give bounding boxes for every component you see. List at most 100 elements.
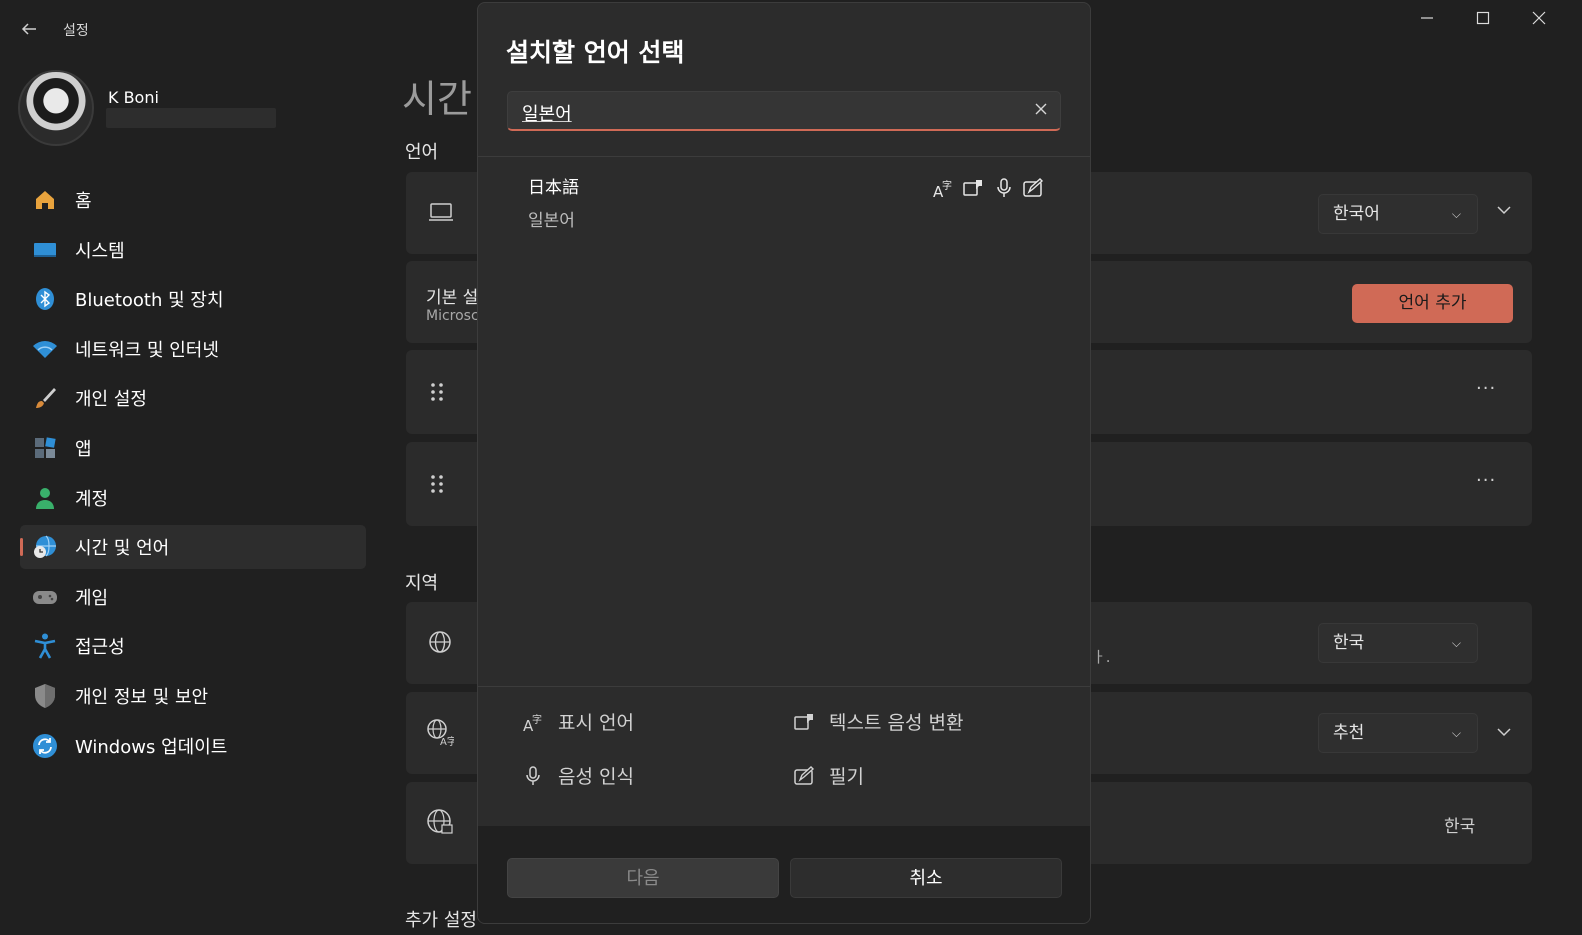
- regional-format-icon: A字: [426, 718, 457, 750]
- sidebar-item-label: 시스템: [75, 240, 125, 262]
- sidebar-item-label: 게임: [75, 587, 109, 609]
- more-options-button[interactable]: ···: [1476, 470, 1496, 491]
- svg-text:字: 字: [942, 179, 952, 192]
- sidebar-item-label: Bluetooth 및 장치: [75, 290, 224, 312]
- account-icon: [32, 485, 58, 511]
- page-title: 시간: [402, 77, 472, 121]
- regional-format-value: 한국: [1444, 817, 1476, 837]
- bluetooth-icon: [32, 286, 58, 312]
- sidebar-item-label: 접근성: [75, 637, 125, 659]
- update-icon: [32, 733, 58, 759]
- time-language-icon: [32, 534, 58, 560]
- expand-chevron-icon[interactable]: [1496, 724, 1512, 744]
- sidebar-item-gaming[interactable]: 게임: [20, 575, 366, 619]
- sidebar-item-accounts[interactable]: 계정: [20, 476, 366, 520]
- legend-text-to-speech: 텍스트 음성 변환: [793, 708, 963, 735]
- sidebar-item-label: 홈: [75, 191, 92, 212]
- globe-data-icon: [426, 808, 454, 840]
- language-search-input[interactable]: 일본어: [522, 100, 572, 126]
- sidebar-item-label: 네트워크 및 인터넷: [75, 339, 219, 361]
- sidebar-item-label: 개인 설정: [75, 389, 147, 411]
- divider: [478, 686, 1090, 687]
- sidebar-item-personalization[interactable]: 개인 설정: [20, 376, 366, 420]
- app-title: 설정: [63, 23, 89, 39]
- next-button[interactable]: 다음: [507, 858, 779, 898]
- legend-label: 음성 인식: [558, 766, 634, 788]
- sidebar-item-system[interactable]: 시스템: [20, 228, 366, 272]
- legend-label: 필기: [829, 766, 864, 788]
- section-more-heading: 추가 설정: [405, 910, 477, 931]
- globe-icon: [428, 630, 452, 658]
- preferred-languages-title: 기본 설: [426, 288, 479, 308]
- country-dropdown[interactable]: 한국 ⌵: [1318, 623, 1478, 663]
- speech-recognition-icon: [993, 177, 1015, 199]
- svg-text:A字: A字: [440, 735, 454, 746]
- preferred-languages-subtitle: Microsc: [426, 308, 479, 324]
- legend-label: 표시 언어: [558, 712, 634, 734]
- gaming-icon: [32, 584, 58, 610]
- sidebar-item-label: 개인 정보 및 보안: [75, 686, 209, 708]
- legend-handwriting: 필기: [793, 762, 864, 789]
- sidebar-item-label: 계정: [75, 488, 109, 510]
- minimize-button[interactable]: [1404, 8, 1450, 32]
- avatar[interactable]: [18, 70, 94, 146]
- section-region-heading: 지역: [405, 573, 439, 594]
- result-localized-name: 일본어: [528, 211, 575, 231]
- list-item[interactable]: [478, 157, 1090, 247]
- result-native-name: 日本語: [528, 178, 579, 198]
- clear-search-button[interactable]: [1034, 100, 1048, 121]
- region-hint-text: ㅏ.: [1092, 648, 1111, 666]
- chevron-down-icon: ⌵: [1451, 207, 1461, 221]
- svg-text:字: 字: [532, 713, 542, 726]
- sidebar-nav: 홈 시스템 Bluetooth 및 장치 네트워크 및 인터넷 개인 설정 앱: [20, 178, 366, 773]
- sidebar-item-label: Windows 업데이트: [75, 736, 228, 758]
- display-language-icon: A字: [523, 713, 542, 733]
- accessibility-icon: [32, 633, 58, 659]
- sidebar-item-label: 앱: [75, 438, 92, 460]
- more-options-button[interactable]: ···: [1476, 378, 1496, 399]
- wifi-icon: [32, 336, 58, 362]
- add-language-button[interactable]: 언어 추가: [1352, 284, 1513, 323]
- speech-recognition-icon: [526, 765, 540, 785]
- expand-chevron-icon[interactable]: [1496, 202, 1512, 222]
- regional-format-dropdown[interactable]: 추천 ⌵: [1318, 713, 1478, 753]
- install-language-dialog: 설치할 언어 선택 일본어 日本語 일본어 A字 A字 표시 언어 텍스트 음성…: [477, 2, 1091, 924]
- user-email-redacted: [106, 108, 276, 128]
- legend-speech-recognition: 음성 인식: [522, 762, 634, 789]
- maximize-button[interactable]: [1460, 8, 1506, 32]
- dropdown-value: 추천: [1333, 723, 1365, 743]
- legend-label: 텍스트 음성 변환: [829, 712, 964, 734]
- apps-icon: [32, 435, 58, 461]
- laptop-icon: [428, 202, 454, 228]
- brush-icon: [32, 385, 58, 411]
- display-language-dropdown[interactable]: 한국어 ⌵: [1318, 194, 1478, 234]
- sidebar-item-home[interactable]: 홈: [20, 178, 366, 222]
- handwriting-icon: [794, 765, 815, 785]
- sidebar-item-windows-update[interactable]: Windows 업데이트: [20, 724, 366, 768]
- home-icon: [32, 187, 58, 213]
- close-window-button[interactable]: [1516, 8, 1562, 32]
- dropdown-value: 한국어: [1333, 204, 1380, 224]
- user-name: K Boni: [108, 88, 159, 107]
- section-language-heading: 언어: [405, 142, 439, 163]
- text-to-speech-icon: [794, 713, 813, 730]
- system-icon: [32, 237, 58, 263]
- sidebar-item-bluetooth[interactable]: Bluetooth 및 장치: [20, 277, 366, 321]
- dropdown-value: 한국: [1333, 633, 1365, 653]
- sidebar-item-accessibility[interactable]: 접근성: [20, 624, 366, 668]
- dialog-footer: 다음 취소: [478, 826, 1090, 923]
- drag-handle-icon[interactable]: [430, 474, 444, 498]
- chevron-down-icon: ⌵: [1451, 726, 1461, 740]
- sidebar-item-privacy[interactable]: 개인 정보 및 보안: [20, 674, 366, 718]
- sidebar-item-time-language[interactable]: 시간 및 언어: [20, 525, 366, 570]
- display-language-icon: A字: [932, 177, 954, 201]
- cancel-button[interactable]: 취소: [790, 858, 1062, 898]
- language-search-box[interactable]: 일본어: [507, 91, 1061, 131]
- sidebar-item-apps[interactable]: 앱: [20, 426, 366, 470]
- language-results-list: [478, 157, 1090, 687]
- sidebar-item-network[interactable]: 네트워크 및 인터넷: [20, 327, 366, 371]
- back-arrow-icon[interactable]: [20, 20, 40, 40]
- dialog-title: 설치할 언어 선택: [506, 38, 685, 67]
- text-to-speech-icon: [962, 177, 984, 199]
- drag-handle-icon[interactable]: [430, 382, 444, 406]
